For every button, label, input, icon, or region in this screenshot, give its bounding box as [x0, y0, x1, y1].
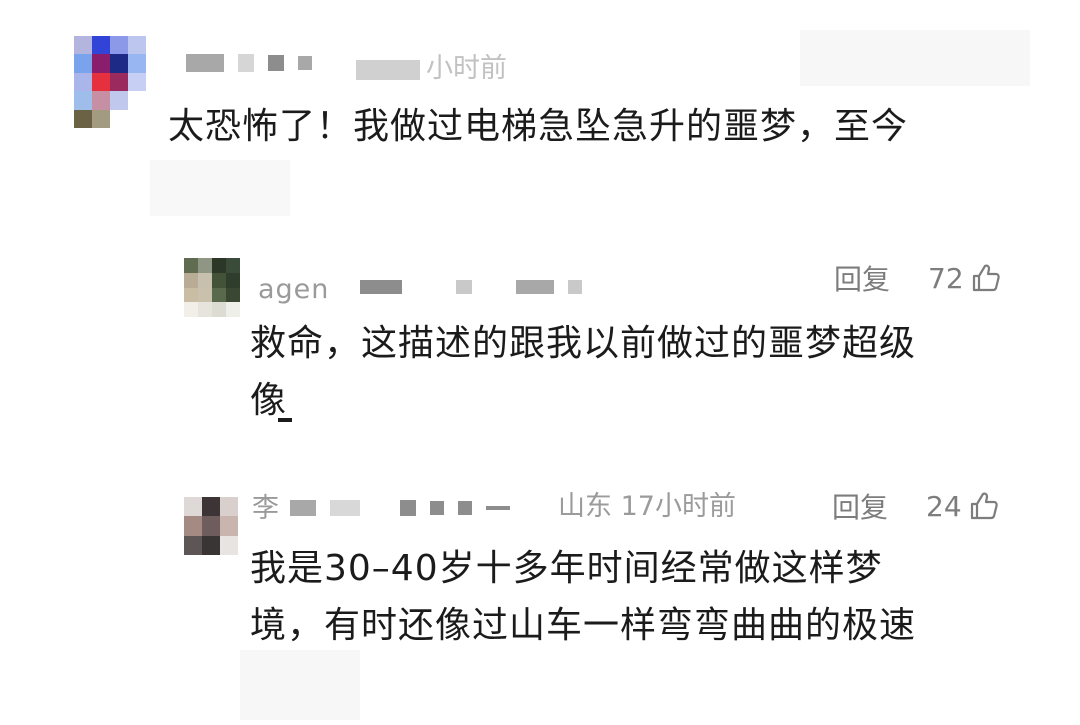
avatar-pixel: [198, 287, 212, 303]
reply-text: 救命，这描述的跟我以前做过的噩梦超级 像: [250, 315, 1050, 429]
avatar-pixel: [128, 109, 146, 128]
avatar-pixel: [110, 109, 128, 128]
avatar-pixel: [92, 91, 110, 110]
avatar-pixel: [128, 36, 146, 55]
avatar-pixel: [226, 317, 240, 332]
reply-text: 我是30–40岁十多年时间经常做这样梦 境，有时还像过山车一样弯弯曲曲的极速: [250, 540, 1050, 654]
blurred-region: [800, 30, 1030, 86]
username-blurred[interactable]: agen: [258, 270, 329, 305]
avatar-pixel: [184, 516, 202, 536]
avatar-pixel: [74, 109, 92, 128]
avatar-pixel: [198, 258, 212, 273]
thumbs-up-icon[interactable]: [968, 490, 1000, 522]
reply-text-line: 像: [250, 380, 288, 421]
avatar-pixel: [220, 516, 238, 536]
like-count: 24: [926, 489, 962, 523]
avatar-pixel: [184, 535, 202, 555]
comment-text: 太恐怖了！我做过电梯急坠急升的噩梦，至今: [168, 106, 909, 147]
reply-text-line: 我是30–40岁十多年时间经常做这样梦: [250, 548, 883, 589]
avatar[interactable]: [184, 497, 238, 555]
location-time: 山东 17小时前: [558, 491, 736, 522]
avatar-pixel: [184, 317, 198, 332]
reply-text-line: 境，有时还像过山车一样弯弯曲曲的极速: [250, 605, 917, 646]
reply-actions: 回复 24: [832, 486, 1000, 526]
avatar-pixel: [110, 91, 128, 110]
avatar-pixel: [198, 272, 212, 288]
comment-time: 小时前: [356, 46, 507, 85]
comment-item: 小时前 太恐怖了！我做过电梯急坠急升的噩梦，至今: [0, 0, 1080, 230]
avatar-pixel: [212, 287, 226, 303]
avatar-pixel: [198, 302, 212, 318]
reply-item: agen 回复 72 救命，这描述的跟我以前做过的噩梦超级 像: [0, 230, 1080, 470]
avatar-pixel: [128, 72, 146, 92]
avatar-pixel: [74, 36, 92, 55]
avatar-pixel: [184, 258, 198, 273]
avatar-pixel: [198, 317, 212, 332]
avatar-pixel: [74, 54, 92, 73]
avatar-pixel: [92, 72, 110, 92]
avatar[interactable]: [74, 36, 146, 128]
blurred-region: [150, 160, 290, 216]
avatar-pixel: [184, 302, 198, 318]
avatar-pixel: [220, 535, 238, 555]
avatar-pixel: [128, 91, 146, 110]
reply-actions: 回复 72: [834, 258, 1002, 298]
avatar-pixel: [202, 497, 220, 517]
reply-text-line: 救命，这描述的跟我以前做过的噩梦超级: [250, 323, 917, 364]
avatar-pixel: [92, 109, 110, 128]
avatar-pixel: [92, 54, 110, 73]
avatar-pixel: [184, 497, 202, 517]
reply-item: 李 山东 17小时前 回复 24 我是30–40岁十多年时间经常做这样梦 境，有…: [0, 470, 1080, 725]
avatar-pixel: [92, 36, 110, 55]
avatar-pixel: [74, 91, 92, 110]
avatar-pixel: [212, 272, 226, 288]
username-blurred[interactable]: 李: [252, 486, 279, 525]
avatar-pixel: [74, 72, 92, 92]
avatar-pixel: [226, 258, 240, 273]
username-blurred[interactable]: [186, 54, 312, 72]
avatar-pixel: [128, 54, 146, 73]
avatar-pixel: [184, 287, 198, 303]
thumbs-up-icon[interactable]: [970, 262, 1002, 294]
avatar[interactable]: [184, 258, 240, 332]
like-count: 72: [928, 261, 964, 295]
avatar-pixel: [212, 258, 226, 273]
blurred-region: [240, 650, 360, 720]
avatar-pixel: [202, 535, 220, 555]
avatar-pixel: [212, 302, 226, 318]
avatar-pixel: [220, 497, 238, 517]
avatar-pixel: [226, 272, 240, 288]
username-blurred: [360, 280, 582, 294]
avatar-pixel: [184, 272, 198, 288]
avatar-pixel: [226, 302, 240, 318]
avatar-pixel: [110, 54, 128, 73]
reply-button[interactable]: 回复: [834, 258, 890, 298]
avatar-pixel: [226, 287, 240, 303]
avatar-pixel: [110, 72, 128, 92]
reply-button[interactable]: 回复: [832, 486, 888, 526]
avatar-pixel: [212, 317, 226, 332]
username-blurred: [290, 500, 510, 516]
text-cursor: [278, 418, 292, 422]
avatar-pixel: [110, 36, 128, 55]
avatar-pixel: [202, 516, 220, 536]
